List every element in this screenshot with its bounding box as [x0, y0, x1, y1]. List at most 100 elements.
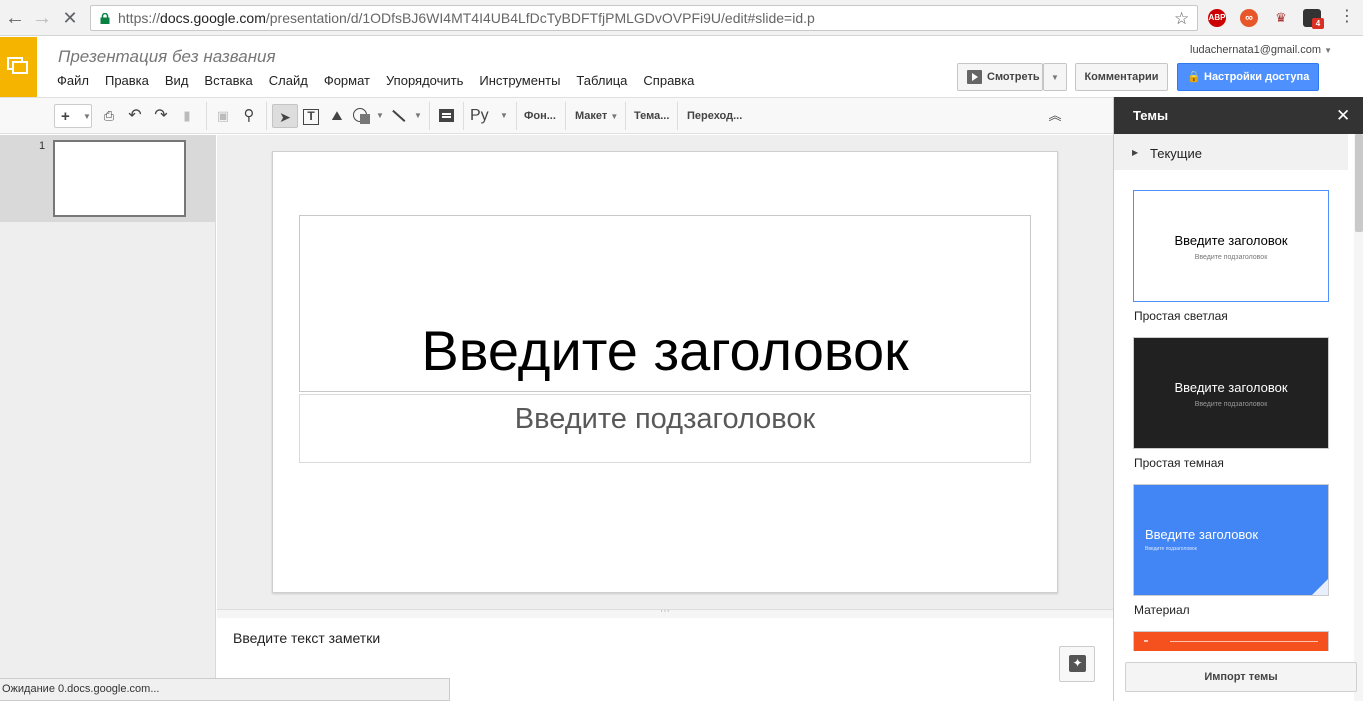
collapse-toolbar-icon[interactable]: ︽ [1044, 104, 1066, 128]
back-icon[interactable]: ← [3, 6, 27, 30]
browser-toolbar: ← → ✕ https://docs.google.com/presentati… [0, 0, 1363, 36]
document-title[interactable]: Презентация без названия [58, 47, 276, 67]
menu-file[interactable]: Файл [57, 73, 89, 91]
menu-slide[interactable]: Слайд [269, 73, 308, 91]
menu-help[interactable]: Справка [643, 73, 694, 91]
present-label: Смотреть [987, 71, 1040, 83]
title-placeholder-text: Введите заголовок [421, 319, 909, 382]
forward-icon[interactable]: → [30, 6, 54, 30]
slide-thumbnail[interactable] [53, 140, 186, 217]
select-cursor-icon[interactable]: ➤ [272, 104, 298, 128]
new-slide-button[interactable]: + ▼ [54, 104, 92, 128]
page-curl-icon [1310, 577, 1328, 595]
menu-tools[interactable]: Инструменты [479, 73, 560, 91]
theme-preview-title: Введите заголовок [1174, 380, 1288, 395]
menu-format[interactable]: Формат [324, 73, 370, 91]
filmstrip-slide-item[interactable]: 1 [0, 135, 216, 222]
url-text: https://docs.google.com/presentation/d/1… [118, 10, 815, 26]
background-button[interactable]: Фон... [524, 104, 556, 128]
menu-bar: Файл Правка Вид Вставка Слайд Формат Упо… [57, 73, 710, 91]
menu-table[interactable]: Таблица [576, 73, 627, 91]
theme-preview-subtitle: Введите подзаголовок [1194, 401, 1268, 408]
theme-simple-light[interactable]: Введите заголовок Введите подзаголовок [1133, 190, 1329, 302]
notes-placeholder: Введите текст заметки [233, 630, 381, 646]
theme-coral-preview[interactable] [1133, 631, 1329, 651]
menu-insert[interactable]: Вставка [204, 73, 252, 91]
editing-toolbar: + ▼ ⎙ ↶ ↷ ▮ ▣ ⚲ ➤ T ⛰ ▼ ▼ Ру ▼ Фон... Маке… [0, 97, 1113, 134]
comments-button[interactable]: Комментарии [1075, 63, 1168, 91]
transition-button[interactable]: Переход... [687, 104, 742, 128]
explore-button[interactable]: ✦ [1059, 646, 1095, 682]
shape-icon[interactable]: ▼ [352, 104, 384, 128]
layout-caret-icon: ▼ [610, 112, 619, 121]
input-tools-caret-icon: ▼ [500, 111, 508, 120]
close-icon[interactable]: ✕ [1336, 106, 1350, 126]
stop-loading-icon[interactable]: ✕ [58, 6, 82, 30]
adblock-label: ABP [1208, 13, 1226, 22]
theme-name: Материал [1134, 603, 1190, 617]
title-placeholder-box[interactable]: Введите заголовок [299, 215, 1031, 392]
themes-panel-title: Темы [1133, 108, 1169, 123]
slide-number: 1 [39, 140, 46, 152]
current-themes-label: Текущие [1150, 146, 1202, 161]
url-scheme: https:// [118, 10, 161, 26]
comment-icon[interactable] [436, 104, 458, 128]
zoom-fit-icon[interactable]: ▣ [211, 104, 235, 128]
account-email: ludachernata1@gmail.com [1190, 44, 1322, 56]
slide-canvas[interactable]: Введите заголовок Введите подзаголовок [272, 151, 1058, 593]
present-button[interactable]: Смотреть [957, 63, 1043, 91]
chevron-down-icon: ▼ [1051, 73, 1059, 82]
play-icon [967, 70, 982, 84]
new-slide-caret-icon: ▼ [83, 112, 91, 121]
undo-icon[interactable]: ↶ [124, 104, 146, 128]
bookmark-star-icon[interactable]: ☆ [1174, 9, 1189, 29]
zoom-icon[interactable]: ⚲ [238, 104, 260, 128]
slide-filmstrip: 1 [0, 135, 216, 701]
menu-view[interactable]: Вид [165, 73, 189, 91]
theme-preview-title: Введите заголовок [1145, 527, 1259, 542]
crown-extension-icon[interactable]: ♛ [1272, 9, 1290, 27]
theme-simple-dark[interactable]: Введите заголовок Введите подзаголовок [1133, 337, 1329, 449]
input-tools-button[interactable]: Ру ▼ [470, 104, 510, 128]
theme-preview-subtitle: Введите подзаголовок [1145, 546, 1197, 552]
print-icon[interactable]: ⎙ [98, 104, 120, 128]
account-switcher[interactable]: ludachernata1@gmail.com ▼ [1190, 44, 1332, 56]
share-button[interactable]: 🔒 Настройки доступа [1177, 63, 1319, 91]
adblock-extension-icon[interactable]: ABP [1208, 9, 1226, 27]
browser-menu-icon[interactable]: ⋮ [1339, 8, 1355, 26]
notes-resize-handle[interactable]: ⋯ [217, 607, 1113, 618]
slides-logo-icon[interactable] [0, 37, 37, 97]
themes-scrollbar[interactable] [1354, 134, 1363, 701]
menu-edit[interactable]: Правка [105, 73, 149, 91]
url-path: /presentation/d/1ODfsBJ6WI4MT4I4UB4LfDcT… [265, 10, 815, 26]
lock-icon [100, 13, 110, 24]
import-theme-button[interactable]: Импорт темы [1125, 662, 1357, 692]
theme-preview-title: Введите заголовок [1174, 233, 1288, 248]
expand-arrow-icon: ▶ [1132, 148, 1139, 157]
theme-preview-subtitle: Введите подзаголовок [1194, 254, 1268, 261]
present-options-button[interactable]: ▼ [1043, 63, 1067, 91]
extension-badge: 4 [1312, 18, 1324, 29]
theme-button[interactable]: Тема... [634, 104, 669, 128]
explore-icon: ✦ [1069, 655, 1086, 672]
menu-arrange[interactable]: Упорядочить [386, 73, 463, 91]
text-box-icon[interactable]: T [300, 104, 322, 128]
line-icon[interactable]: ▼ [388, 104, 424, 128]
theme-name: Простая темная [1134, 456, 1224, 470]
paint-format-icon[interactable]: ▮ [176, 104, 198, 128]
input-tools-label: Ру [470, 107, 489, 124]
themes-scrollbar-thumb[interactable] [1355, 134, 1363, 232]
image-icon[interactable]: ⛰ [326, 104, 348, 128]
current-themes-section[interactable]: ▶ Текущие [1114, 134, 1348, 170]
slide-canvas-area: Введите заголовок Введите подзаголовок [217, 135, 1113, 609]
extension-with-badge-icon[interactable]: 4 [1303, 9, 1324, 29]
theme-material[interactable]: Введите заголовок Введите подзаголовок [1133, 484, 1329, 596]
subtitle-placeholder-text: Введите подзаголовок [514, 403, 816, 435]
layout-button[interactable]: Макет ▼ [575, 104, 618, 128]
redo-icon[interactable]: ↷ [150, 104, 172, 128]
subtitle-placeholder-box[interactable]: Введите подзаголовок [299, 394, 1031, 463]
shape-caret-icon: ▼ [376, 111, 384, 120]
line-caret-icon: ▼ [414, 111, 422, 120]
infinity-extension-icon[interactable]: ∞ [1240, 9, 1258, 27]
address-bar[interactable]: https://docs.google.com/presentation/d/1… [90, 5, 1198, 31]
